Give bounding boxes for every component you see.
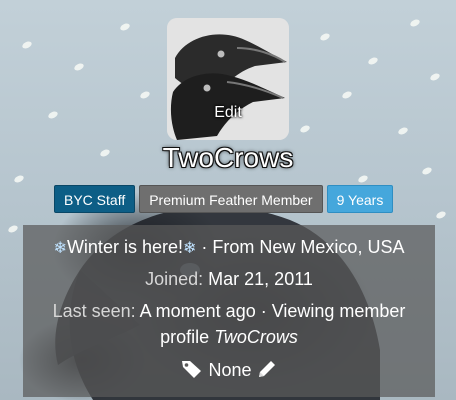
location-prefix: · From — [201, 237, 255, 257]
snowflake-icon: ❄ — [53, 240, 67, 257]
tag-icon — [182, 361, 202, 378]
last-seen-value: A moment ago · Viewing member — [139, 301, 406, 321]
snowflake-icon: ❄ — [182, 240, 197, 257]
last-seen-line: Last seen: A moment ago · Viewing member — [23, 301, 435, 322]
location-value: New Mexico, USA — [259, 237, 405, 257]
joined-line: Joined: Mar 21, 2011 — [23, 269, 435, 290]
last-seen-label: Last seen: — [52, 301, 136, 321]
joined-value: Mar 21, 2011 — [208, 269, 313, 289]
membership-years-badge[interactable]: 9 Years — [326, 185, 394, 213]
last-seen-line-2: profile TwoCrows — [23, 327, 435, 348]
avatar-edit-link[interactable]: Edit — [167, 104, 289, 122]
pencil-icon[interactable] — [257, 359, 277, 379]
last-seen-value-2: profile — [160, 327, 210, 347]
tags-value: None — [208, 360, 252, 380]
user-badges: BYC Staff Premium Feather Member 9 Years — [54, 185, 394, 213]
premium-member-badge[interactable]: Premium Feather Member — [139, 185, 323, 213]
staff-badge[interactable]: BYC Staff — [54, 185, 136, 213]
joined-label: Joined: — [145, 269, 204, 289]
status-line: ❄Winter is here!❄ · From New Mexico, USA — [23, 237, 435, 258]
profile-username: TwoCrows — [162, 142, 294, 173]
viewed-profile-link[interactable]: TwoCrows — [214, 327, 298, 347]
status-message: Winter is here! — [66, 237, 183, 257]
profile-avatar[interactable]: Edit — [167, 18, 289, 140]
profile-info-panel: ❄Winter is here!❄ · From New Mexico, USA… — [23, 225, 435, 397]
tags-line: None — [23, 359, 435, 381]
